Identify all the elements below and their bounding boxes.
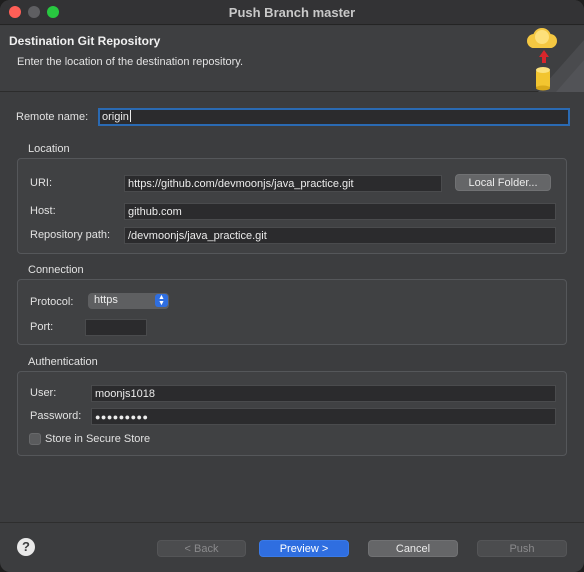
host-label: Host: (30, 205, 56, 217)
page-description: Enter the location of the destination re… (17, 56, 244, 68)
port-input[interactable] (85, 319, 147, 336)
repository-path-label: Repository path: (30, 229, 111, 241)
location-group: URI: https://github.com/devmoonjs/java_p… (17, 158, 567, 254)
cancel-button[interactable]: Cancel (368, 540, 458, 557)
store-secure-checkbox[interactable] (29, 433, 41, 445)
push-button[interactable]: Push (477, 540, 567, 557)
git-push-cloud-icon (527, 28, 584, 92)
select-arrows-icon: ▲ ▼ (155, 294, 168, 307)
store-secure-label: Store in Secure Store (45, 433, 151, 445)
authentication-group: User: moonjs1018 Password: ●●●●●●●●● Sto… (17, 371, 567, 456)
port-label: Port: (30, 321, 54, 333)
local-folder-button[interactable]: Local Folder... (455, 174, 551, 191)
footer-separator (0, 522, 584, 523)
host-input[interactable]: github.com (124, 203, 556, 220)
protocol-value: https (94, 294, 118, 306)
help-icon[interactable]: ? (17, 538, 35, 556)
uri-label: URI: (30, 177, 52, 189)
connection-group-label: Connection (28, 264, 84, 276)
title-bar: Push Branch master (0, 0, 584, 25)
password-input[interactable]: ●●●●●●●●● (91, 408, 556, 425)
back-button[interactable]: < Back (157, 540, 246, 557)
connection-group: Protocol: https ▲ ▼ Port: (17, 279, 567, 345)
remote-name-label: Remote name: (16, 111, 89, 123)
remote-name-value: origin (102, 111, 129, 123)
page-title: Destination Git Repository (9, 34, 161, 48)
text-caret (129, 110, 131, 122)
wizard-banner: Destination Git Repository Enter the loc… (0, 26, 584, 92)
window-title: Push Branch master (228, 5, 356, 20)
repository-path-input[interactable]: /devmoonjs/java_practice.git (124, 227, 556, 244)
push-branch-dialog: Push Branch master Destination Git Repos… (0, 0, 584, 572)
authentication-group-label: Authentication (28, 356, 98, 368)
remote-name-input[interactable]: origin (98, 108, 570, 126)
uri-input[interactable]: https://github.com/devmoonjs/java_practi… (124, 175, 442, 192)
protocol-select[interactable]: https ▲ ▼ (88, 293, 169, 309)
protocol-label: Protocol: (30, 296, 74, 308)
preview-button[interactable]: Preview > (259, 540, 349, 557)
user-input[interactable]: moonjs1018 (91, 385, 556, 402)
user-label: User: (30, 387, 57, 399)
password-label: Password: (30, 410, 82, 422)
location-group-label: Location (28, 143, 70, 155)
